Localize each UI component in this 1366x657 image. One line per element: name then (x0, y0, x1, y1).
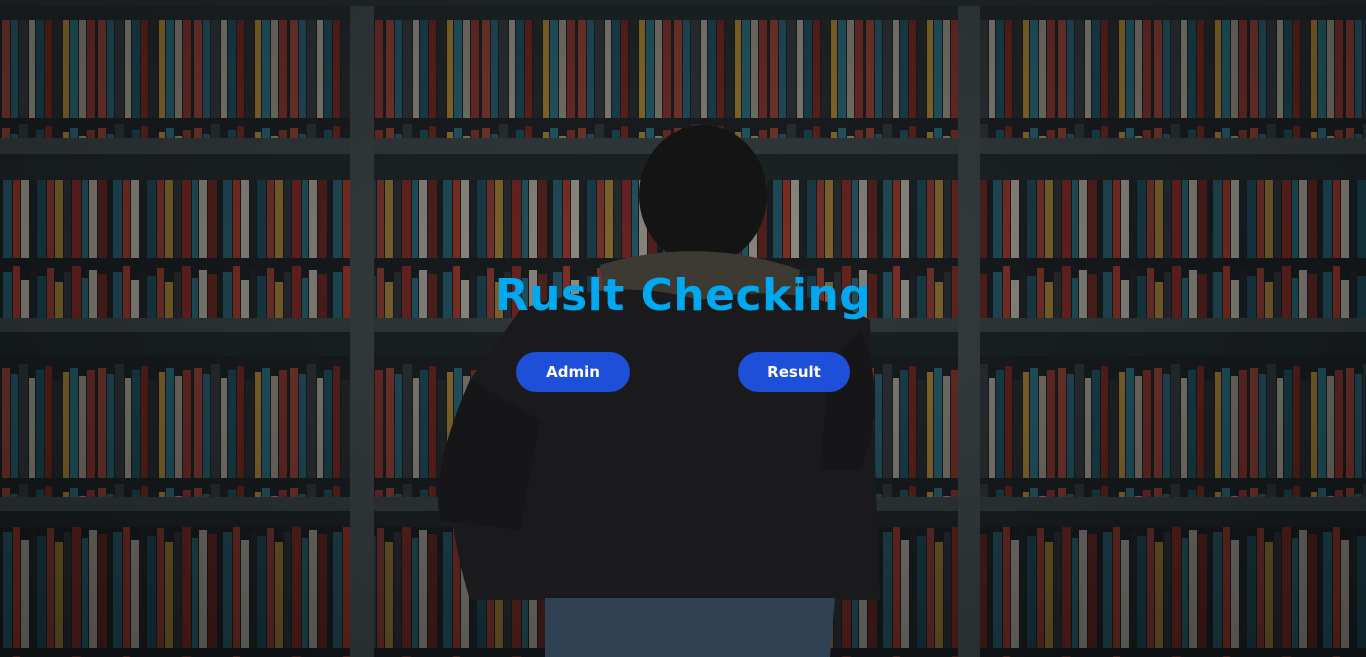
page-title: Ruslt Checking (494, 270, 872, 321)
hero-section: Ruslt Checking Admin Result (0, 0, 1366, 657)
admin-button[interactable]: Admin (516, 352, 630, 392)
result-button[interactable]: Result (738, 352, 850, 392)
page: Ruslt Checking Admin Result (0, 0, 1366, 657)
